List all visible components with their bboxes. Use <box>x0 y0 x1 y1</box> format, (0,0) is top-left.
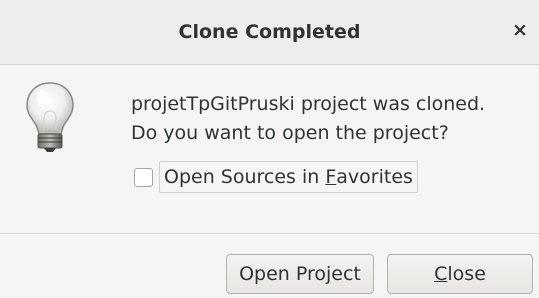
checkbox-label-mnemonic: F <box>325 166 337 188</box>
clone-completed-dialog: Clone Completed × projetTpGitPruski proj… <box>0 0 539 298</box>
close-button-mnemonic: C <box>434 263 448 285</box>
dialog-title: Clone Completed <box>178 21 361 43</box>
open-sources-checkbox[interactable]: Open Sources in Favorites <box>129 160 418 194</box>
close-button-suffix: lose <box>447 263 486 285</box>
title-bar: Clone Completed × <box>0 0 539 65</box>
checkbox-label[interactable]: Open Sources in Favorites <box>159 161 418 193</box>
close-button[interactable]: Close <box>387 254 533 294</box>
open-project-button[interactable]: Open Project <box>226 254 374 294</box>
message-line-2: Do you want to open the project? <box>131 122 449 144</box>
message-line-1: projetTpGitPruski project was cloned. <box>131 93 486 115</box>
lightbulb-icon <box>26 82 74 152</box>
separator <box>0 233 539 234</box>
checkbox-indicator[interactable] <box>134 167 153 187</box>
checkbox-label-prefix: Open Sources in <box>164 166 326 188</box>
message-text: projetTpGitPruski project was cloned. Do… <box>131 90 485 148</box>
close-icon[interactable]: × <box>507 15 533 45</box>
checkbox-label-suffix: avorites <box>336 166 413 188</box>
